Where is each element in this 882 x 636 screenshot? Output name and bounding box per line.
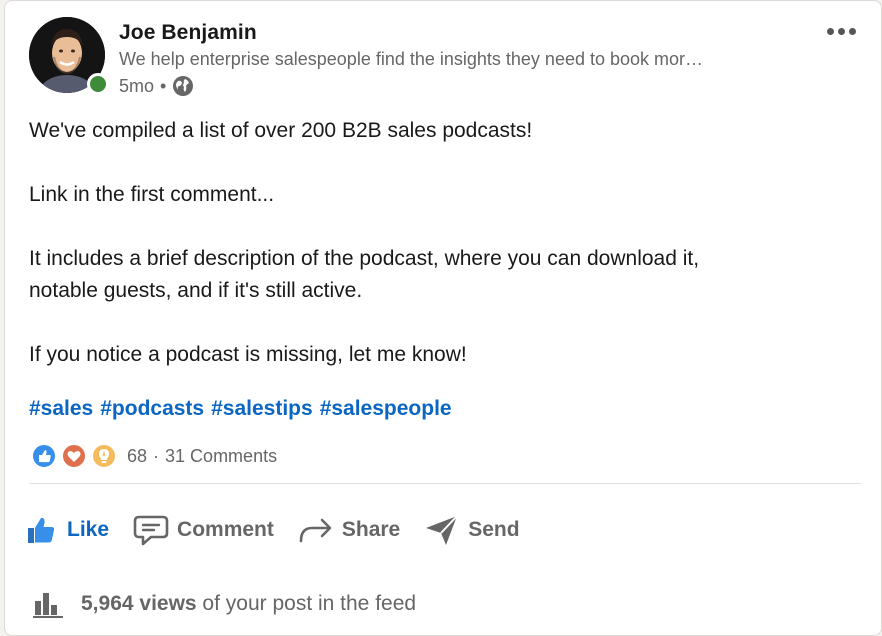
post-card: Joe Benjamin We help enterprise salespeo…	[4, 0, 882, 636]
love-reaction-icon	[61, 443, 87, 469]
hashtag-list: #sales #podcasts #salestips #salespeople	[29, 397, 452, 421]
send-label: Send	[468, 518, 520, 541]
post-meta: 5mo •	[119, 75, 194, 97]
like-button[interactable]: Like	[25, 505, 109, 555]
author-headline: We help enterprise salespeople find the …	[119, 49, 704, 69]
insightful-reaction-icon	[91, 443, 117, 469]
post-line: notable guests, and if it's still active…	[29, 279, 363, 302]
post-line: Link in the first comment...	[29, 183, 275, 206]
divider	[29, 483, 861, 484]
hashtag-link[interactable]: #salespeople	[320, 397, 452, 421]
hashtag-link[interactable]: #sales	[29, 397, 93, 421]
reactions-summary[interactable]: 68 · 31 Comments	[31, 443, 277, 469]
author-name[interactable]: Joe Benjamin	[119, 21, 257, 45]
meta-separator: •	[160, 75, 167, 96]
share-button[interactable]: Share	[298, 505, 400, 555]
share-arrow-icon	[299, 518, 332, 543]
hashtag-link[interactable]: #salestips	[211, 397, 313, 421]
like-reaction-icon	[31, 443, 57, 469]
author-avatar[interactable]	[29, 17, 109, 97]
thumbs-up-icon	[28, 517, 55, 543]
post-body: We've compiled a list of over 200 B2B sa…	[29, 115, 849, 371]
views-text: 5,964 views of your post in the feed	[81, 592, 416, 616]
send-button[interactable]: Send	[424, 505, 520, 555]
reaction-count: 68	[127, 445, 148, 466]
send-paper-plane-icon	[426, 515, 458, 545]
like-label: Like	[67, 518, 110, 541]
more-dot	[848, 27, 856, 35]
comment-icon	[133, 515, 169, 546]
action-bar: Like Comment Share Send	[25, 505, 544, 555]
views-suffix: of your post in the feed	[196, 592, 417, 615]
globe-icon	[172, 75, 194, 97]
social-separator: ·	[153, 445, 160, 466]
comment-button[interactable]: Comment	[133, 505, 274, 555]
online-status-indicator	[87, 73, 109, 95]
post-line: It includes a brief description of the p…	[29, 247, 700, 270]
post-age: 5mo	[119, 75, 155, 96]
views-count: 5,964 views	[81, 592, 197, 615]
share-label: Share	[341, 518, 401, 541]
comment-label: Comment	[177, 518, 274, 541]
comments-count-link[interactable]: 31 Comments	[165, 446, 277, 467]
more-dot	[826, 27, 834, 35]
more-options-button[interactable]	[821, 19, 861, 43]
hashtag-link[interactable]: #podcasts	[100, 397, 204, 421]
more-dot	[837, 27, 845, 35]
post-analytics-link[interactable]: 5,964 views of your post in the feed	[31, 589, 416, 619]
post-line: We've compiled a list of over 200 B2B sa…	[29, 119, 533, 142]
bar-chart-icon	[33, 593, 63, 618]
post-line: If you notice a podcast is missing, let …	[29, 343, 467, 366]
